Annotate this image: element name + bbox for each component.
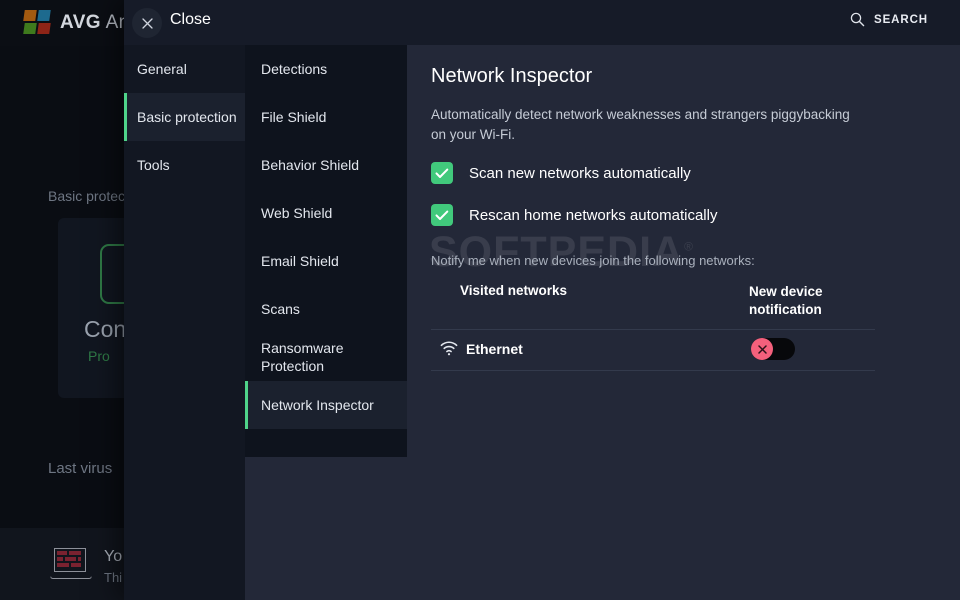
close-label[interactable]: Close: [170, 11, 211, 29]
search-button[interactable]: SEARCH: [850, 12, 928, 27]
submenu-label: File Shield: [261, 109, 327, 125]
submenu-item-web-shield[interactable]: Web Shield: [245, 189, 407, 237]
submenu-label: Network Inspector: [261, 397, 374, 413]
submenu-label: Scans: [261, 301, 300, 317]
background-brand: AVG An: [60, 12, 130, 34]
checkmark-icon: [431, 204, 453, 226]
submenu-item-ransomware-protection[interactable]: Ransomware Protection: [245, 333, 407, 381]
toggle-new-device-notification[interactable]: [751, 338, 795, 360]
submenu-item-network-inspector[interactable]: Network Inspector: [245, 381, 407, 429]
background-last-virus-label: Last virus: [48, 460, 113, 477]
screen: AVG An Basic protect Con Pro Last virus …: [0, 0, 960, 600]
cross-icon: [751, 338, 773, 360]
submenu-label: Ransomware Protection: [261, 340, 344, 374]
settings-submenu-column: Detections File Shield Behavior Shield W…: [245, 45, 407, 600]
sidebar-item-general[interactable]: General: [124, 45, 245, 93]
table-header-row: Visited networks New device notification: [431, 277, 875, 330]
background-card-status: Pro: [88, 348, 110, 364]
close-icon: [141, 17, 153, 29]
page-description: Automatically detect network weaknesses …: [431, 107, 850, 142]
background-bottom-title: Yo: [104, 548, 123, 565]
avg-pinwheel-logo-icon: [23, 10, 52, 36]
submenu-item-behavior-shield[interactable]: Behavior Shield: [245, 141, 407, 189]
submenu-filler: [245, 457, 407, 600]
nav-label: Tools: [137, 157, 170, 173]
submenu-item-scans[interactable]: Scans: [245, 285, 407, 333]
brand-name: AVG: [60, 12, 101, 33]
background-card-title: Con: [84, 316, 127, 342]
sidebar-item-basic-protection[interactable]: Basic protection: [124, 93, 245, 141]
checkbox-rescan-home-networks[interactable]: Rescan home networks automatically: [431, 204, 717, 226]
submenu-label: Detections: [261, 61, 328, 77]
overlay-header: Close SEARCH: [124, 0, 960, 46]
column-header-visited-networks: Visited networks: [460, 283, 568, 298]
nav-label: Basic protection: [137, 109, 237, 125]
watermark-registered-mark: ®: [684, 239, 694, 254]
network-name: Ethernet: [466, 341, 523, 357]
sidebar-item-tools[interactable]: Tools: [124, 141, 245, 189]
checkbox-scan-new-networks[interactable]: Scan new networks automatically: [431, 162, 691, 184]
checkmark-icon: [431, 162, 453, 184]
settings-nav-column: General Basic protection Tools: [124, 45, 245, 600]
page-title: Network Inspector: [431, 65, 593, 87]
settings-overlay: Close SEARCH General Basic protection To…: [124, 0, 960, 600]
networks-table: Visited networks New device notification…: [431, 277, 875, 371]
close-button[interactable]: [132, 8, 162, 38]
submenu-label: Web Shield: [261, 205, 333, 221]
watermark-text: SOFTPEDIA: [429, 228, 685, 276]
submenu-item-detections[interactable]: Detections: [245, 45, 407, 93]
table-row[interactable]: Ethernet: [431, 330, 875, 371]
column-header-new-device-notification: New device notification: [749, 284, 823, 317]
checkbox-label: Scan new networks automatically: [469, 164, 691, 182]
laptop-firewall-icon: [50, 548, 92, 580]
submenu-item-file-shield[interactable]: File Shield: [245, 93, 407, 141]
settings-main-panel: SOFTPEDIA® Network Inspector Automatical…: [407, 45, 960, 600]
wifi-icon: [440, 341, 458, 357]
submenu-item-email-shield[interactable]: Email Shield: [245, 237, 407, 285]
nav-label: General: [137, 61, 187, 77]
checkbox-label: Rescan home networks automatically: [469, 206, 718, 224]
submenu-label: Behavior Shield: [261, 157, 360, 173]
search-label: SEARCH: [874, 13, 928, 26]
background-bottom-sub: Thi: [104, 570, 123, 585]
submenu-label: Email Shield: [261, 253, 339, 269]
background-section-label: Basic protect: [48, 188, 129, 204]
notify-description: Notify me when new devices join the foll…: [431, 253, 755, 268]
search-icon: [850, 12, 865, 27]
